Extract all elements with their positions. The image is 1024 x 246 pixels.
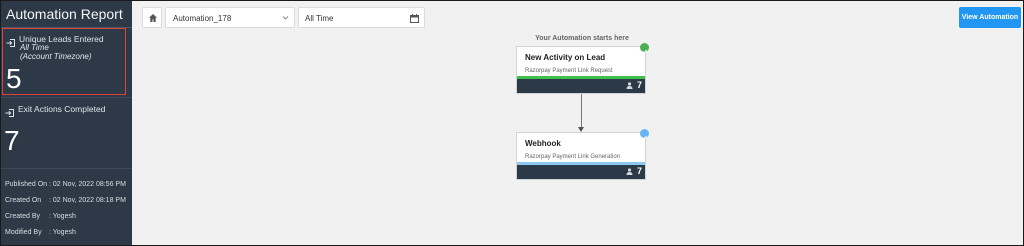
node-count-value: 7	[636, 166, 642, 176]
metric-label: Exit Actions Completed	[18, 104, 106, 114]
info-value: : 02 Nov, 2022 08:56 PM	[49, 181, 126, 188]
info-value: : Yogesh	[49, 213, 76, 220]
divider	[1, 97, 132, 98]
metric-exit-actions[interactable]: Exit Actions Completed 7	[1, 99, 132, 165]
info-modified-by: Modified By : Yogesh	[5, 229, 76, 236]
node-count: 7	[626, 80, 642, 90]
info-label: Created By	[5, 213, 41, 220]
node-footer: 7	[517, 165, 645, 179]
info-label: Modified By	[5, 229, 42, 236]
info-created-by: Created By : Yogesh	[5, 213, 76, 220]
node-title: New Activity on Lead	[525, 53, 606, 62]
metric-unique-leads[interactable]: Unique Leads Entered All Time (Account T…	[2, 28, 126, 95]
automation-select[interactable]: Automation_178	[165, 7, 295, 28]
home-button[interactable]	[142, 7, 162, 28]
node-count: 7	[626, 166, 642, 176]
node-count-value: 7	[636, 80, 642, 90]
check-icon	[640, 129, 649, 140]
home-icon	[149, 14, 157, 22]
report-sidebar: Automation Report Unique Leads Entered A…	[1, 1, 132, 245]
info-created: Created On : 02 Nov, 2022 08:18 PM	[5, 197, 126, 204]
date-range-value: All Time	[305, 14, 334, 23]
metric-value: 5	[6, 63, 22, 94]
metric-value: 7	[4, 125, 20, 156]
calendar-icon	[410, 14, 419, 23]
node-subtitle: Razorpay Payment Link Generation	[525, 154, 621, 160]
enter-icon	[6, 35, 16, 47]
info-label: Published On	[5, 181, 48, 188]
info-label: Created On	[5, 197, 42, 204]
chevron-down-icon	[282, 16, 289, 20]
exit-icon	[5, 105, 15, 117]
app-frame: Automation Report Unique Leads Entered A…	[1, 1, 1023, 245]
flow-start-label: Your Automation starts here	[535, 35, 629, 42]
date-range-filter[interactable]: All Time	[298, 7, 425, 28]
view-automation-button[interactable]: View Automation	[959, 7, 1021, 28]
metric-timezone: (Account Timezone)	[20, 52, 92, 61]
automation-select-value: Automation_178	[173, 14, 232, 23]
divider	[1, 168, 132, 169]
node-title: Webhook	[525, 139, 561, 148]
node-subtitle: Razorpay Payment Link Request	[525, 68, 613, 74]
flow-node-trigger[interactable]: New Activity on Lead Razorpay Payment Li…	[516, 43, 649, 94]
sidebar-title: Automation Report	[6, 6, 123, 22]
info-value: : Yogesh	[49, 229, 76, 236]
metric-period: All Time	[20, 43, 49, 52]
check-icon	[640, 43, 649, 54]
node-footer: 7	[517, 79, 645, 93]
user-icon	[626, 82, 633, 89]
user-icon	[626, 168, 633, 175]
flow-node-webhook[interactable]: Webhook Razorpay Payment Link Generation…	[516, 129, 649, 180]
info-value: : 02 Nov, 2022 08:18 PM	[49, 197, 126, 204]
flow-connector	[581, 94, 582, 130]
info-published: Published On : 02 Nov, 2022 08:56 PM	[5, 181, 126, 188]
